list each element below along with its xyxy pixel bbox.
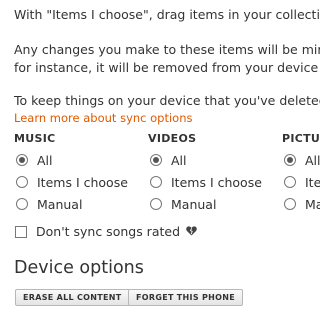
dont-sync-rated-checkbox[interactable]	[15, 225, 27, 238]
videos-manual-radio[interactable]	[150, 198, 162, 210]
pictures-all-label: All	[305, 152, 320, 168]
pictures-header: PICTUR	[282, 132, 320, 145]
intro-line-4: To keep things on your device that you'v…	[14, 93, 320, 108]
videos-all-label: All	[171, 152, 187, 168]
pictures-option-all[interactable]: All	[282, 149, 320, 171]
videos-manual-label: Manual	[171, 196, 217, 212]
intro-line-3: for instance, it will be removed from yo…	[14, 60, 320, 75]
forget-this-phone-button[interactable]: FORGET THIS PHONE	[128, 289, 243, 306]
intro-line-2: Any changes you make to these items will…	[14, 42, 320, 57]
videos-all-radio[interactable]	[150, 154, 162, 166]
music-manual-label: Manual	[37, 196, 83, 212]
pictures-all-radio[interactable]	[284, 154, 296, 166]
device-options-title: Device options	[14, 258, 144, 278]
music-sync-group: MUSIC All Items I choose Manual	[14, 131, 128, 215]
music-option-manual[interactable]: Manual	[14, 193, 128, 215]
erase-all-content-button[interactable]: ERASE ALL CONTENT	[15, 289, 130, 306]
pictures-manual-radio[interactable]	[284, 198, 296, 210]
videos-items-label: Items I choose	[171, 174, 262, 190]
music-items-label: Items I choose	[37, 174, 128, 190]
pictures-option-manual[interactable]: Ma	[282, 193, 320, 215]
videos-option-items-i-choose[interactable]: Items I choose	[148, 171, 262, 193]
music-all-label: All	[37, 152, 53, 168]
videos-option-manual[interactable]: Manual	[148, 193, 262, 215]
music-all-radio[interactable]	[16, 154, 28, 166]
dont-sync-rated-label: Don't sync songs rated	[36, 224, 181, 239]
music-manual-radio[interactable]	[16, 198, 28, 210]
intro-line-1: With "Items I choose", drag items in you…	[14, 7, 320, 22]
videos-sync-group: VIDEOS All Items I choose Manual	[148, 131, 262, 215]
pictures-items-radio[interactable]	[284, 176, 296, 188]
music-items-radio[interactable]	[16, 176, 28, 188]
pictures-items-label: Ite	[305, 174, 320, 190]
pictures-option-items-i-choose[interactable]: Ite	[282, 171, 320, 193]
videos-items-radio[interactable]	[150, 176, 162, 188]
broken-heart-icon	[186, 225, 197, 239]
music-option-all[interactable]: All	[14, 149, 128, 171]
pictures-sync-group: PICTUR All Ite Ma	[282, 131, 320, 215]
dont-sync-rated-row[interactable]: Don't sync songs rated	[15, 224, 197, 239]
videos-header: VIDEOS	[148, 132, 197, 145]
pictures-manual-label: Ma	[305, 196, 320, 212]
videos-option-all[interactable]: All	[148, 149, 262, 171]
music-header: MUSIC	[14, 132, 56, 145]
music-option-items-i-choose[interactable]: Items I choose	[14, 171, 128, 193]
learn-more-sync-link[interactable]: Learn more about sync options	[14, 111, 193, 125]
